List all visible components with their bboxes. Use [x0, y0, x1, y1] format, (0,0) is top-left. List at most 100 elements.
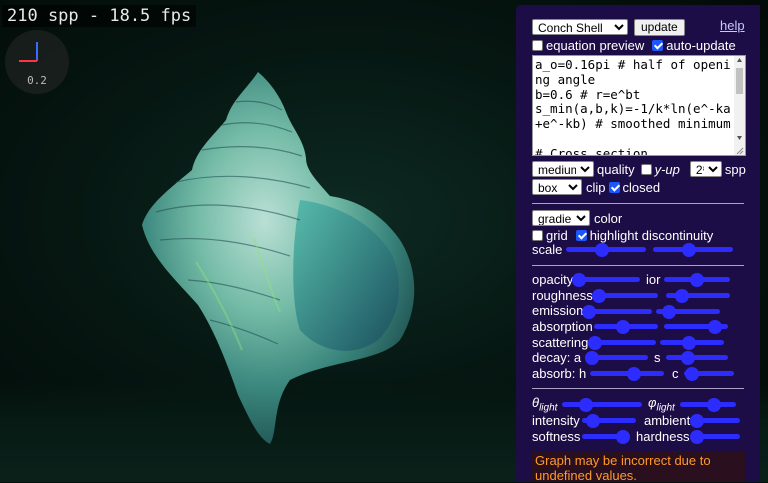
- phi-light-slider[interactable]: [680, 398, 736, 412]
- editor-scrollbar[interactable]: [734, 56, 745, 155]
- scattering-slider-2[interactable]: [660, 336, 724, 350]
- color-select[interactable]: gradient: [532, 210, 590, 226]
- update-button[interactable]: update: [634, 18, 685, 36]
- slider-thumb[interactable]: [661, 305, 676, 319]
- slider-thumb[interactable]: [592, 289, 607, 303]
- axes-gizmo[interactable]: 0.2: [5, 30, 69, 94]
- absorption-label: absorption: [532, 319, 593, 334]
- slider-thumb[interactable]: [585, 414, 600, 428]
- slider-thumb[interactable]: [615, 320, 630, 334]
- help-link[interactable]: help: [720, 18, 745, 33]
- intensity-slider[interactable]: [582, 414, 636, 428]
- divider: [532, 203, 744, 204]
- scale-slider-2[interactable]: [653, 243, 733, 257]
- grid-label: grid: [546, 227, 568, 243]
- emission-slider[interactable]: [582, 305, 652, 319]
- absorb-h-slider[interactable]: [590, 367, 664, 381]
- roughness-slider[interactable]: [592, 289, 658, 303]
- highlight-discontinuity-checkbox[interactable]: [575, 229, 587, 241]
- clip-row: box clip closed: [532, 178, 660, 196]
- scattering-label: scattering: [532, 335, 589, 350]
- theta-light-slider[interactable]: [562, 398, 642, 412]
- scattering-slider[interactable]: [588, 336, 656, 350]
- opacity-label: opacity: [532, 272, 574, 287]
- warning-message: Graph may be incorrect due to undefined …: [531, 451, 745, 483]
- equation-preview-label: equation preview: [546, 37, 645, 53]
- absorption-slider-2[interactable]: [664, 320, 728, 334]
- absorption-slider[interactable]: [594, 320, 658, 334]
- ambient-slider[interactable]: [689, 414, 740, 428]
- equation-code: a_o=0.16pi # half of opening angle b=0.6…: [535, 57, 731, 156]
- quality-label: quality: [597, 161, 635, 177]
- ior-label: ior: [646, 272, 661, 287]
- auto-update-checkbox[interactable]: [652, 39, 664, 51]
- slider-thumb[interactable]: [706, 398, 721, 412]
- divider: [532, 388, 744, 389]
- slider-thumb[interactable]: [689, 414, 704, 428]
- equation-editor[interactable]: a_o=0.16pi # half of opening angle b=0.6…: [532, 55, 746, 156]
- clip-label: clip: [586, 179, 606, 195]
- hardness-slider[interactable]: [689, 430, 740, 444]
- y-up-checkbox[interactable]: [640, 163, 652, 175]
- slider-thumb[interactable]: [680, 351, 695, 365]
- y-up-label: y-up: [654, 161, 680, 177]
- control-panel: Conch Shell update help equation preview…: [516, 5, 760, 483]
- scale-slider[interactable]: [566, 243, 646, 257]
- roughness-slider-2[interactable]: [666, 289, 730, 303]
- color-row: gradient color: [532, 209, 622, 227]
- ior-slider[interactable]: [664, 273, 730, 287]
- roughness-label: roughness: [532, 288, 593, 303]
- slider-thumb[interactable]: [689, 430, 704, 444]
- slider-thumb[interactable]: [708, 320, 723, 334]
- quality-row: medium quality y-up 2⁸ spp: [532, 160, 746, 178]
- slider-track: [666, 355, 728, 360]
- slider-thumb[interactable]: [684, 367, 699, 381]
- hardness-label: hardness: [636, 429, 690, 444]
- axes-value: 0.2: [27, 74, 47, 87]
- conch-shell-render: [142, 72, 415, 444]
- preset-select[interactable]: Conch Shell: [532, 19, 628, 35]
- slider-track: [562, 402, 642, 407]
- scrollbar-arrows-icon: [736, 58, 744, 155]
- slider-thumb[interactable]: [681, 336, 696, 350]
- slider-thumb[interactable]: [675, 289, 689, 303]
- opacity-slider[interactable]: [572, 273, 640, 287]
- softness-slider[interactable]: [582, 430, 630, 444]
- slider-thumb[interactable]: [595, 243, 609, 257]
- spp-label: spp: [724, 161, 746, 177]
- slider-thumb[interactable]: [582, 305, 597, 319]
- color-label: color: [594, 210, 623, 226]
- closed-label: closed: [622, 179, 661, 195]
- decay-a-label: decay: a: [532, 350, 582, 365]
- decay-s-slider[interactable]: [666, 351, 728, 365]
- auto-update-label: auto-update: [666, 37, 736, 53]
- slider-thumb[interactable]: [585, 351, 600, 365]
- slider-thumb[interactable]: [690, 273, 704, 287]
- quality-select[interactable]: medium: [532, 161, 594, 177]
- divider: [532, 265, 744, 266]
- absorb-c-label: c: [672, 366, 679, 381]
- absorb-c-slider[interactable]: [684, 367, 734, 381]
- closed-checkbox[interactable]: [608, 181, 620, 193]
- slider-thumb[interactable]: [682, 243, 696, 257]
- highlight-discontinuity-label: highlight discontinuity: [589, 227, 714, 243]
- decay-a-slider[interactable]: [585, 351, 648, 365]
- slider-thumb[interactable]: [579, 398, 593, 412]
- slider-thumb[interactable]: [572, 273, 587, 287]
- fps-counter: 210 spp - 18.5 fps: [2, 5, 197, 27]
- decay-s-label: s: [654, 350, 661, 365]
- ambient-label: ambient: [644, 413, 691, 428]
- slider-thumb[interactable]: [615, 430, 630, 444]
- scale-label: scale: [532, 242, 563, 257]
- equation-preview-checkbox[interactable]: [532, 39, 543, 51]
- slider-thumb[interactable]: [627, 367, 642, 381]
- emission-label: emission: [532, 303, 584, 318]
- clip-select[interactable]: box: [532, 179, 582, 195]
- slider-track: [588, 309, 652, 314]
- softness-label: softness: [532, 429, 581, 444]
- emission-slider-2[interactable]: [656, 305, 720, 319]
- spp-select[interactable]: 2⁸: [689, 161, 722, 177]
- slider-thumb[interactable]: [588, 336, 603, 350]
- grid-checkbox[interactable]: [532, 229, 543, 241]
- preview-row: equation preview auto-update: [532, 36, 736, 54]
